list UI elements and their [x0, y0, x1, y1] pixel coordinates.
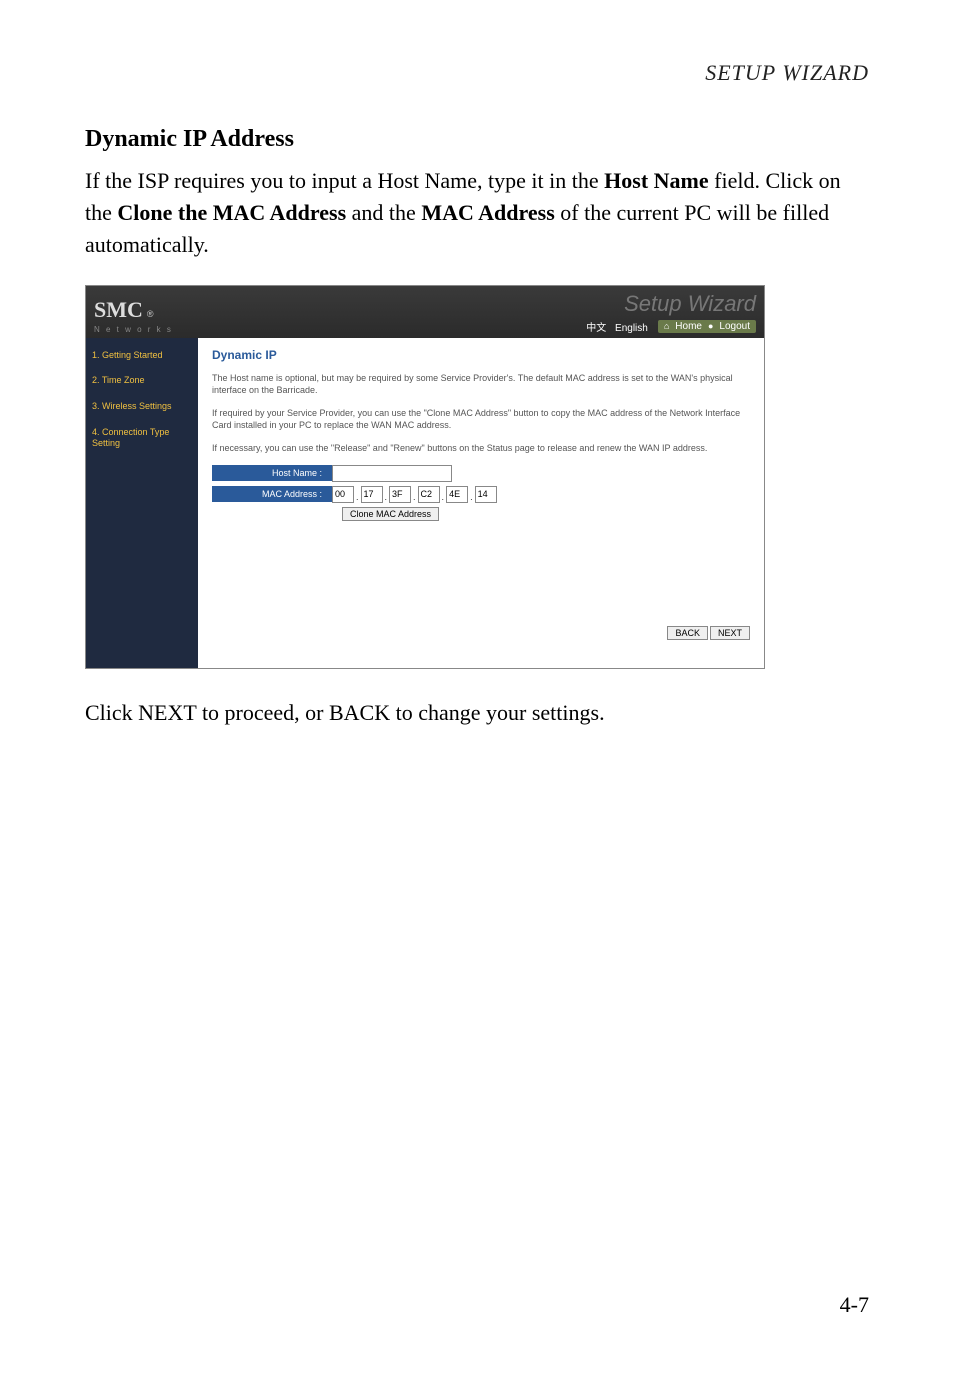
- closing-paragraph: Click NEXT to proceed, or BACK to change…: [85, 697, 869, 729]
- mac-sep: .: [470, 492, 473, 502]
- bold-next: NEXT: [138, 700, 196, 725]
- wizard-sidebar: 1. Getting Started 2. Time Zone 3. Wirel…: [86, 338, 198, 668]
- lang-en[interactable]: English: [615, 323, 648, 334]
- host-name-label: Host Name :: [212, 465, 332, 481]
- content-paragraph-1: The Host name is optional, but may be re…: [212, 372, 750, 397]
- mac-sep: .: [385, 492, 388, 502]
- bold-host-name: Host Name: [604, 168, 708, 193]
- section-title: Dynamic IP Address: [85, 126, 869, 153]
- logo-block: SMC ® N e t w o r k s: [94, 297, 173, 334]
- mac-address-label: MAC Address :: [212, 486, 332, 502]
- language-switch[interactable]: 中文 English: [580, 319, 648, 334]
- mac-octet-4[interactable]: [418, 486, 440, 503]
- clone-mac-button[interactable]: Clone MAC Address: [342, 507, 439, 521]
- logo-text: SMC: [94, 297, 143, 323]
- running-head: SETUP WIZARD: [85, 60, 869, 86]
- mac-octet-1[interactable]: [332, 486, 354, 503]
- page-number: 4-7: [840, 1292, 869, 1318]
- wizard-content: Dynamic IP The Host name is optional, bu…: [198, 338, 764, 668]
- mac-octet-6[interactable]: [475, 486, 497, 503]
- closing-text: to change your settings.: [390, 700, 604, 725]
- closing-text: Click: [85, 700, 138, 725]
- logo-registered: ®: [147, 309, 154, 319]
- intro-text: and the: [346, 200, 421, 225]
- mac-sep: .: [442, 492, 445, 502]
- mac-address-inputs: . . . . .: [332, 486, 497, 503]
- mac-octet-2[interactable]: [361, 486, 383, 503]
- bold-mac-address: MAC Address: [421, 200, 554, 225]
- closing-text: to proceed, or: [196, 700, 329, 725]
- logout-icon: ●: [708, 321, 713, 331]
- mac-sep: .: [356, 492, 359, 502]
- home-icon: ⌂: [664, 321, 669, 331]
- host-name-input[interactable]: [332, 465, 452, 482]
- sidebar-step-3[interactable]: 3. Wireless Settings: [92, 401, 192, 413]
- lang-zh[interactable]: 中文: [586, 323, 606, 334]
- logo-subtext: N e t w o r k s: [94, 325, 173, 334]
- mac-octet-5[interactable]: [446, 486, 468, 503]
- bold-back: BACK: [329, 700, 390, 725]
- wizard-title: Setup Wizard: [624, 291, 756, 317]
- bold-clone-mac: Clone the MAC Address: [117, 200, 346, 225]
- sidebar-step-2[interactable]: 2. Time Zone: [92, 375, 192, 387]
- content-paragraph-3: If necessary, you can use the "Release" …: [212, 442, 750, 455]
- intro-paragraph: If the ISP requires you to input a Host …: [85, 165, 869, 261]
- embedded-screenshot: SMC ® N e t w o r k s Setup Wizard 中文 En…: [85, 285, 765, 669]
- mac-sep: .: [413, 492, 416, 502]
- sidebar-step-4[interactable]: 4. Connection Type Setting: [92, 427, 192, 450]
- mac-octet-3[interactable]: [389, 486, 411, 503]
- logout-link[interactable]: Logout: [719, 321, 750, 332]
- screenshot-header: SMC ® N e t w o r k s Setup Wizard 中文 En…: [86, 286, 764, 338]
- content-paragraph-2: If required by your Service Provider, yo…: [212, 407, 750, 432]
- next-button[interactable]: NEXT: [710, 626, 750, 640]
- home-link[interactable]: Home: [675, 321, 702, 332]
- wizard-title-text: Setup Wizard: [624, 291, 756, 316]
- sidebar-step-1[interactable]: 1. Getting Started: [92, 350, 192, 362]
- intro-text: If the ISP requires you to input a Host …: [85, 168, 604, 193]
- back-button[interactable]: BACK: [667, 626, 708, 640]
- content-title: Dynamic IP: [212, 348, 750, 362]
